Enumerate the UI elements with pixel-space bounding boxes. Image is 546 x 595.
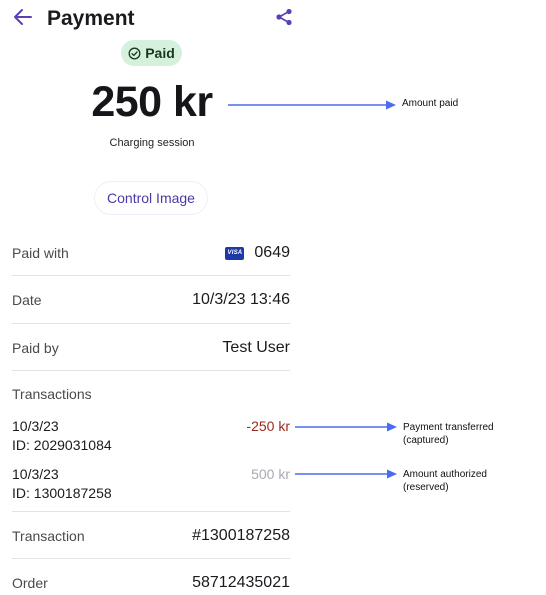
transaction-2-amount: 500 kr [251,466,290,482]
control-image-button[interactable]: Control Image [95,182,207,214]
annotation-arrow-amount-paid [228,98,398,116]
share-button[interactable] [270,5,298,33]
annotation-amount-reserved: (reserved) [403,482,449,493]
date-value: 10/3/23 13:46 [192,291,290,308]
order-value: 58712435021 [192,574,290,591]
transaction-2-date: 10/3/23 [12,466,59,482]
order-row: Order 58712435021 [12,572,290,594]
divider [12,558,290,559]
paid-by-row: Paid by Test User [12,337,290,359]
transaction-label: Transaction [12,528,85,544]
check-circle-icon [128,47,141,60]
annotation-payment-captured: (captured) [403,435,449,446]
paid-with-row: Paid with VISA 0649 [12,242,290,264]
visa-card-icon: VISA [225,246,245,260]
order-label: Order [12,575,48,591]
date-label: Date [12,292,42,308]
transaction-1-amount: -250 kr [246,418,290,434]
annotation-payment-transferred: Payment transferred [403,422,494,433]
transactions-title: Transactions [12,386,92,402]
date-row: Date 10/3/23 13:46 [12,289,290,311]
transaction-1-id: ID: 2029031084 [12,437,112,453]
transaction-2-id: ID: 1300187258 [12,485,112,501]
annotation-amount-authorized: Amount authorized [403,469,487,480]
back-button[interactable] [8,4,38,34]
amount-description: Charging session [109,137,195,149]
card-last4: 0649 [254,244,290,261]
transaction-value: #1300187258 [192,527,290,544]
divider [12,323,290,324]
paid-by-value: Test User [222,339,290,356]
share-icon [275,8,293,31]
arrow-left-icon [13,8,33,31]
divider [12,511,290,512]
paid-with-label: Paid with [12,245,69,261]
status-badge-label: Paid [145,45,175,61]
annotation-amount-paid: Amount paid [402,98,459,109]
paid-by-label: Paid by [12,340,59,356]
transaction-row: Transaction #1300187258 [12,525,290,547]
divider [12,370,290,371]
annotation-arrow-amount-authorized [295,467,399,485]
status-badge: Paid [121,40,182,66]
transaction-1-date: 10/3/23 [12,418,59,434]
page-title: Payment [47,7,135,30]
divider [12,275,290,276]
annotation-arrow-payment-transferred [295,420,399,438]
